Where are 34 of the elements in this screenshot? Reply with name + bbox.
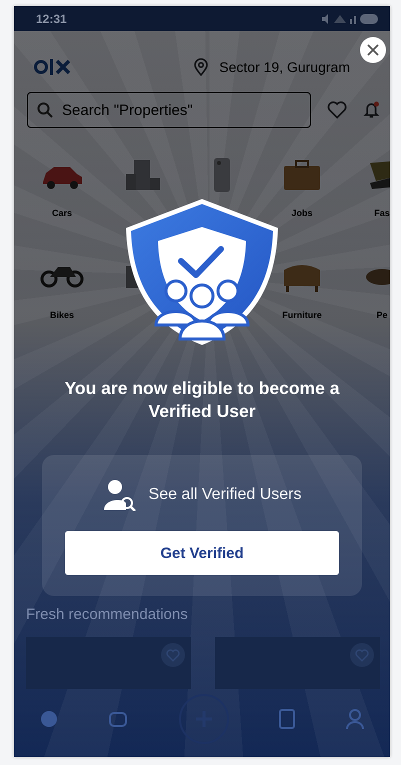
phone-icon xyxy=(214,158,230,192)
location-text[interactable]: Sector 19, Gurugram xyxy=(219,59,350,75)
category-label[interactable]: Bikes xyxy=(50,310,74,320)
location-pin-icon xyxy=(193,58,210,76)
chat-icon[interactable] xyxy=(108,709,130,729)
dialog-title: You are now eligible to become a Verified User xyxy=(64,377,341,423)
get-verified-button[interactable]: Get Verified xyxy=(65,531,339,575)
status-time: 12:31 xyxy=(36,12,67,26)
category-label[interactable]: Cars xyxy=(52,208,72,218)
category-label[interactable]: Pe xyxy=(376,310,388,320)
category-label[interactable]: Fas xyxy=(374,208,390,218)
search-field[interactable]: Search "Properties" xyxy=(27,92,311,128)
product-card[interactable] xyxy=(26,637,191,689)
product-card[interactable] xyxy=(215,637,380,689)
heart-icon xyxy=(355,648,369,662)
status-icons xyxy=(320,12,378,24)
see-verified-users-link[interactable]: See all Verified Users xyxy=(148,486,302,504)
close-icon xyxy=(366,43,380,57)
heart-icon[interactable] xyxy=(327,99,348,121)
home-icon[interactable] xyxy=(38,709,59,729)
document-icon[interactable] xyxy=(278,708,296,730)
motorbike-icon xyxy=(40,265,84,289)
person-icon[interactable] xyxy=(345,708,366,730)
favorite-button[interactable] xyxy=(161,643,185,667)
user-search-icon xyxy=(102,479,137,511)
category-label[interactable]: Jobs xyxy=(291,208,312,218)
section-heading: Fresh recommendations xyxy=(25,606,189,623)
search-icon xyxy=(37,102,53,118)
category-label[interactable]: Furniture xyxy=(282,310,322,320)
close-button[interactable] xyxy=(360,37,386,63)
favorite-button[interactable] xyxy=(350,643,374,667)
bowl-icon xyxy=(366,269,390,285)
shoe-icon xyxy=(370,161,390,189)
heart-icon xyxy=(166,648,180,662)
